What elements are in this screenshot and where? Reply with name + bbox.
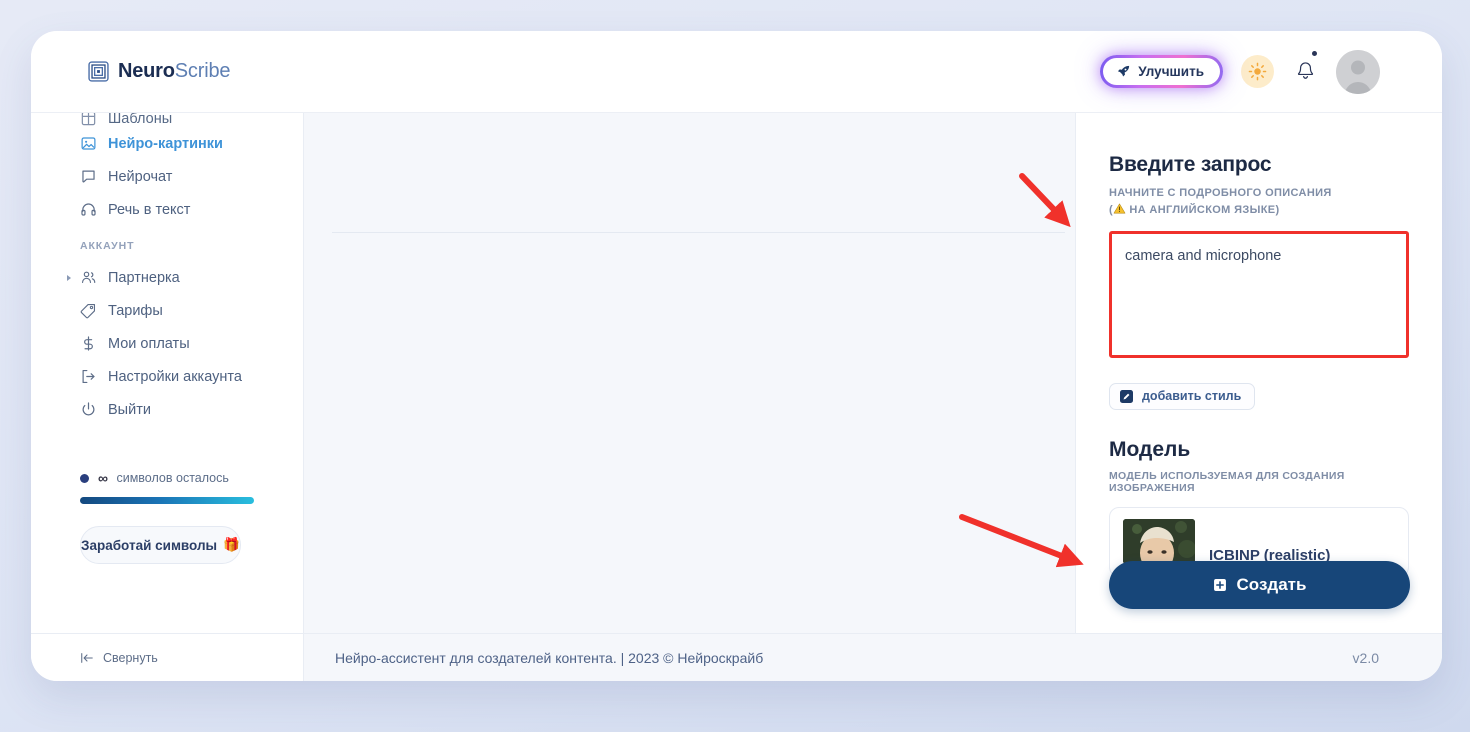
rocket-icon: [1118, 65, 1130, 77]
earn-symbols-button[interactable]: Заработай символы 🎁: [80, 526, 241, 564]
quota-status-dot: [80, 473, 89, 483]
model-thumbnail: [1123, 519, 1195, 565]
plus-square-icon: [1213, 579, 1226, 591]
sidebar-item-label: Шаблоны: [108, 113, 173, 127]
sidebar-item-templates[interactable]: Шаблоны: [31, 113, 303, 127]
warning-triangle-icon: [1113, 203, 1126, 214]
sidebar-item-my-payments[interactable]: Мои оплаты: [31, 327, 303, 360]
users-icon: [81, 271, 96, 284]
sidebar-item-label: Партнерка: [108, 269, 180, 286]
logout-bracket-icon: [82, 369, 95, 384]
create-button[interactable]: Создать: [1109, 561, 1410, 609]
app-window: NeuroScribe Улучшить Шаблоны Нейро-карти…: [31, 31, 1442, 681]
notifications-button[interactable]: [1292, 50, 1318, 87]
bell-icon: [1297, 62, 1313, 79]
nested-square-logo-icon: [88, 61, 109, 82]
brand-logo-group[interactable]: NeuroScribe: [88, 60, 230, 83]
quota-section: ∞ символов осталось: [80, 470, 254, 504]
notification-dot: [1312, 50, 1317, 56]
content-divider: [332, 232, 1065, 233]
gift-icon: 🎁: [223, 537, 240, 552]
theme-toggle-button[interactable]: [1241, 55, 1274, 88]
quota-progress-bar: [80, 497, 254, 504]
sidebar-section-account: АККАУНТ: [80, 240, 135, 252]
sun-icon: [1248, 62, 1267, 81]
footer-version: v2.0: [1352, 649, 1379, 666]
earn-symbols-label: Заработай символы: [81, 537, 218, 553]
grid-icon: [81, 113, 96, 126]
panel-title: Введите запрос: [1109, 153, 1272, 176]
image-icon: [81, 137, 96, 150]
upgrade-button[interactable]: Улучшить: [1103, 58, 1220, 85]
user-avatar-icon: [1336, 49, 1380, 94]
create-button-label: Создать: [1236, 575, 1307, 594]
sidebar-item-label: Мои оплаты: [108, 335, 190, 352]
upgrade-button-label: Улучшить: [1138, 64, 1204, 79]
main-content-area: [304, 113, 1075, 633]
panel-subtitle: НАЧНИТЕ С ПОДРОБНОГО ОПИСАНИЯ ( НА АНГЛИ…: [1109, 186, 1409, 219]
app-body: Шаблоны Нейро-картинки Нейрочат Речь в т…: [31, 113, 1442, 633]
sidebar-item-label: Выйти: [108, 401, 151, 418]
sidebar-item-label: Речь в текст: [108, 201, 191, 218]
brand-name-bold: Neuro: [118, 60, 175, 82]
dollar-icon: [84, 336, 93, 351]
model-thumbnail-image: [1123, 519, 1195, 565]
sidebar-nav-account: Партнерка Тарифы Мои оплаты Настройки ак…: [31, 261, 303, 426]
upgrade-button-glow: Улучшить: [1100, 55, 1223, 88]
sidebar-item-logout[interactable]: Выйти: [31, 393, 303, 426]
power-icon: [82, 402, 95, 416]
headphones-icon: [81, 203, 96, 216]
sidebar-item-speech-to-text[interactable]: Речь в текст: [31, 193, 303, 226]
sidebar-item-label: Нейрочат: [108, 168, 173, 185]
pencil-square-icon: [1120, 389, 1133, 403]
chat-bubble-icon: [82, 170, 95, 183]
panel-subtitle-line2: НА АНГЛИЙСКОМ ЯЗЫКЕ): [1126, 203, 1280, 216]
prompt-panel: Введите запрос НАЧНИТЕ С ПОДРОБНОГО ОПИС…: [1075, 113, 1442, 633]
brand-name-light: Scribe: [174, 60, 231, 82]
collapse-left-icon: [81, 652, 93, 663]
quota-symbol: ∞: [98, 470, 108, 486]
prompt-input[interactable]: [1109, 230, 1409, 358]
avatar[interactable]: [1336, 49, 1380, 94]
sidebar-item-label: Нейро-картинки: [108, 135, 223, 152]
model-section-title: Модель: [1109, 437, 1191, 461]
sidebar-item-tariffs[interactable]: Тарифы: [31, 294, 303, 327]
sidebar-nav-top: Шаблоны Нейро-картинки Нейрочат Речь в т…: [31, 113, 303, 226]
collapse-sidebar-label: Свернуть: [103, 650, 158, 665]
sidebar-item-neurochat[interactable]: Нейрочат: [31, 160, 303, 193]
sidebar-item-label: Тарифы: [108, 302, 163, 319]
panel-subtitle-line1: НАЧНИТЕ С ПОДРОБНОГО ОПИСАНИЯ: [1109, 187, 1332, 199]
chevron-right-icon: [67, 274, 71, 281]
collapse-sidebar-button[interactable]: Свернуть: [31, 634, 304, 681]
sidebar: Шаблоны Нейро-картинки Нейрочат Речь в т…: [31, 113, 304, 633]
app-footer: Свернуть Нейро-ассистент для создателей …: [31, 633, 1442, 681]
add-style-button[interactable]: добавить стиль: [1109, 382, 1256, 410]
sidebar-item-partner[interactable]: Партнерка: [31, 261, 303, 294]
brand-text: NeuroScribe: [118, 60, 230, 83]
tag-icon: [80, 303, 96, 319]
header-actions: Улучшить: [1100, 49, 1380, 94]
quota-label: символов осталось: [116, 471, 229, 485]
sidebar-item-account-settings[interactable]: Настройки аккаунта: [31, 360, 303, 393]
sidebar-item-label: Настройки аккаунта: [108, 368, 242, 385]
quota-row: ∞ символов осталось: [80, 470, 254, 486]
model-section-subtitle: МОДЕЛЬ ИСПОЛЬЗУЕМАЯ ДЛЯ СОЗДАНИЯ ИЗОБРАЖ…: [1109, 469, 1345, 494]
app-header: NeuroScribe Улучшить: [31, 31, 1442, 113]
footer-copyright: Нейро-ассистент для создателей контента.…: [335, 649, 764, 666]
add-style-label: добавить стиль: [1142, 389, 1242, 404]
sidebar-item-neuro-pictures[interactable]: Нейро-картинки: [31, 127, 303, 160]
